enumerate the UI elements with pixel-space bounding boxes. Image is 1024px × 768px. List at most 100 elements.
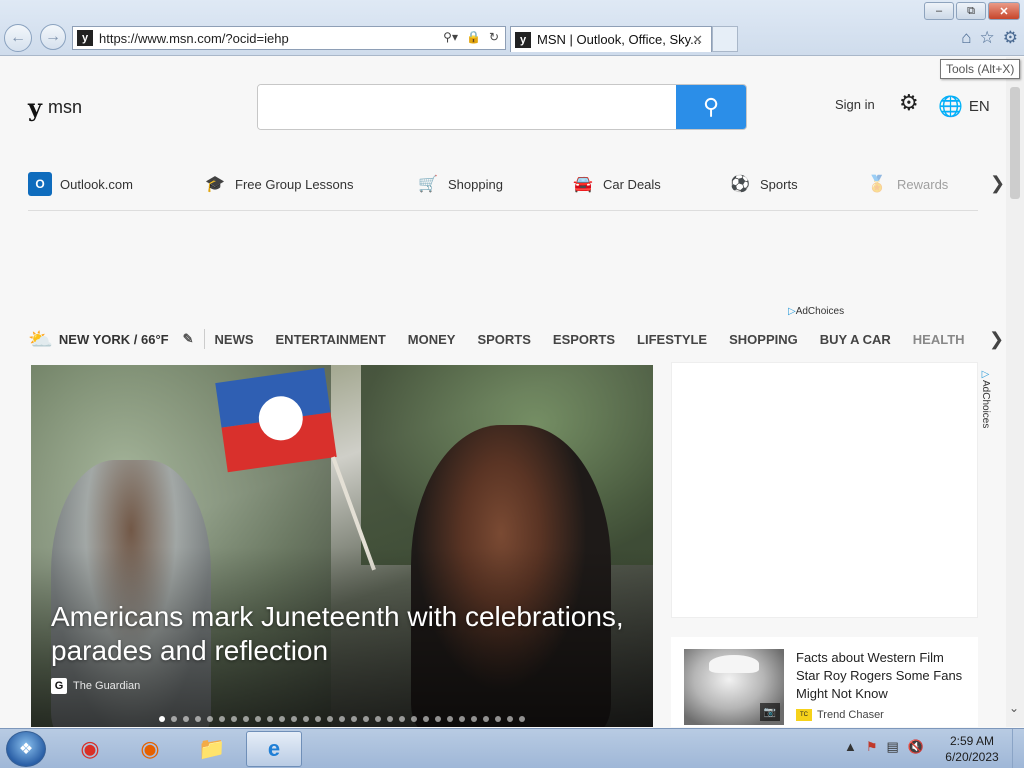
start-button[interactable]: ❖ bbox=[6, 731, 46, 767]
weather-widget[interactable]: ⛅ NEW YORK / 66°F ✎ bbox=[28, 327, 194, 352]
quicklink-rewards[interactable]: 🏅 Rewards bbox=[865, 172, 948, 196]
forward-button[interactable]: → bbox=[40, 24, 66, 50]
network-icon[interactable]: ▤ bbox=[887, 739, 899, 755]
nav-buy-a-car[interactable]: BUY A CAR bbox=[820, 332, 891, 347]
minimize-button[interactable]: – bbox=[924, 2, 954, 20]
scroll-down-arrow-icon[interactable]: ⌄ bbox=[1009, 701, 1019, 715]
adchoices-vertical-link[interactable]: ▷AdChoices bbox=[980, 369, 991, 428]
navbar-next-chevron-icon[interactable]: ❯ bbox=[989, 329, 1004, 350]
carousel-dot[interactable] bbox=[351, 716, 357, 722]
nav-money[interactable]: MONEY bbox=[408, 332, 456, 347]
new-tab-button[interactable] bbox=[712, 26, 738, 52]
advertisement-box[interactable] bbox=[671, 362, 978, 618]
nav-health[interactable]: HEALTH bbox=[913, 332, 965, 347]
carousel-dot[interactable] bbox=[423, 716, 429, 722]
carousel-dot[interactable] bbox=[255, 716, 261, 722]
carousel-dot[interactable] bbox=[411, 716, 417, 722]
quicklink-shopping[interactable]: 🛒 Shopping bbox=[416, 172, 503, 196]
close-tab-icon[interactable]: ✕ bbox=[692, 32, 703, 48]
carousel-dot[interactable] bbox=[459, 716, 465, 722]
carousel-dot[interactable] bbox=[303, 716, 309, 722]
quicklink-car-deals[interactable]: 🚘 Car Deals bbox=[571, 172, 661, 196]
carousel-dot[interactable] bbox=[363, 716, 369, 722]
edit-pencil-icon[interactable]: ✎ bbox=[183, 331, 194, 347]
carousel-dot[interactable] bbox=[231, 716, 237, 722]
story-card[interactable]: 📷 Facts about Western Film Star Roy Roge… bbox=[671, 637, 978, 727]
carousel-dot[interactable] bbox=[171, 716, 177, 722]
adchoices-link[interactable]: ▷AdChoices bbox=[788, 306, 844, 317]
hero-story[interactable]: Americans mark Juneteenth with celebrati… bbox=[31, 365, 653, 727]
quicklink-sports[interactable]: ⚽ Sports bbox=[728, 172, 798, 196]
quicklinks-next-chevron-icon[interactable]: ❯ bbox=[990, 173, 1005, 194]
carousel-dot[interactable] bbox=[375, 716, 381, 722]
refresh-icon[interactable]: ↻ bbox=[489, 30, 499, 44]
vertical-scrollbar[interactable]: ⌄ bbox=[1006, 57, 1024, 727]
address-url[interactable]: https://www.msn.com/?ocid=iehp bbox=[99, 31, 289, 46]
guardian-logo-icon: G bbox=[51, 678, 67, 694]
carousel-dot[interactable] bbox=[243, 716, 249, 722]
taskbar-internet-explorer[interactable]: e bbox=[246, 731, 302, 767]
nav-shopping[interactable]: SHOPPING bbox=[729, 332, 798, 347]
action-center-flag-icon[interactable]: ⚑ bbox=[866, 739, 878, 755]
search-button[interactable]: ⚲ bbox=[676, 85, 746, 129]
carousel-dot[interactable] bbox=[159, 716, 165, 722]
quicklink-label: Free Group Lessons bbox=[235, 176, 354, 192]
language-selector[interactable]: 🌐 EN bbox=[938, 94, 990, 119]
carousel-dot[interactable] bbox=[219, 716, 225, 722]
volume-muted-icon[interactable]: 🔇 bbox=[908, 739, 924, 755]
taskbar-chrome[interactable]: ◉ bbox=[62, 731, 118, 767]
msn-logo[interactable]: y msn bbox=[28, 93, 82, 122]
quicklink-outlook[interactable]: O Outlook.com bbox=[28, 172, 133, 196]
lock-icon[interactable]: 🔒 bbox=[466, 30, 481, 44]
quicklink-free-group-lessons[interactable]: 🎓 Free Group Lessons bbox=[203, 172, 354, 196]
close-window-button[interactable]: ✕ bbox=[988, 2, 1020, 20]
settings-gear-icon[interactable]: ⚙ bbox=[899, 90, 919, 116]
carousel-dot[interactable] bbox=[279, 716, 285, 722]
carousel-dot[interactable] bbox=[399, 716, 405, 722]
sign-in-link[interactable]: Sign in bbox=[835, 97, 875, 112]
carousel-dot[interactable] bbox=[471, 716, 477, 722]
carousel-dot[interactable] bbox=[507, 716, 513, 722]
nav-esports[interactable]: ESPORTS bbox=[553, 332, 615, 347]
carousel-dot[interactable] bbox=[207, 716, 213, 722]
carousel-dot[interactable] bbox=[195, 716, 201, 722]
carousel-dot[interactable] bbox=[447, 716, 453, 722]
carousel-dot[interactable] bbox=[339, 716, 345, 722]
carousel-dot[interactable] bbox=[267, 716, 273, 722]
scrollbar-thumb[interactable] bbox=[1010, 87, 1020, 199]
carousel-dot[interactable] bbox=[183, 716, 189, 722]
carousel-dot[interactable] bbox=[483, 716, 489, 722]
nav-sports[interactable]: SPORTS bbox=[477, 332, 530, 347]
system-clock[interactable]: 2:59 AM 6/20/2023 bbox=[940, 733, 1004, 765]
home-icon[interactable]: ⌂ bbox=[961, 28, 971, 48]
nav-lifestyle[interactable]: LIFESTYLE bbox=[637, 332, 707, 347]
carousel-dot[interactable] bbox=[315, 716, 321, 722]
nav-entertainment[interactable]: ENTERTAINMENT bbox=[276, 332, 386, 347]
taskbar-file-explorer[interactable]: 📁 bbox=[184, 731, 240, 767]
carousel-dot[interactable] bbox=[387, 716, 393, 722]
taskbar: ❖ ◉ ◉ 📁 e ▲ ⚑ ▤ 🔇 2:59 AM 6/20/2023 bbox=[0, 728, 1024, 768]
firefox-icon: ◉ bbox=[140, 736, 160, 761]
restore-button[interactable]: ⧉ bbox=[956, 2, 986, 20]
nav-news[interactable]: NEWS bbox=[215, 332, 254, 347]
carousel-dot[interactable] bbox=[519, 716, 525, 722]
favorites-star-icon[interactable]: ☆ bbox=[980, 28, 995, 48]
hero-headline[interactable]: Americans mark Juneteenth with celebrati… bbox=[51, 600, 641, 668]
show-hidden-icons-icon[interactable]: ▲ bbox=[844, 739, 857, 755]
carousel-dot[interactable] bbox=[327, 716, 333, 722]
search-dropdown-icon[interactable]: ⚲▾ bbox=[443, 30, 458, 44]
back-button[interactable]: ← bbox=[4, 24, 32, 52]
globe-icon: 🌐 bbox=[938, 96, 963, 118]
show-desktop-button[interactable] bbox=[1012, 729, 1024, 768]
carousel-dot[interactable] bbox=[291, 716, 297, 722]
search-input[interactable] bbox=[258, 85, 676, 129]
weather-text: NEW YORK / 66°F bbox=[58, 331, 169, 347]
taskbar-firefox[interactable]: ◉ bbox=[122, 731, 178, 767]
carousel-dot[interactable] bbox=[495, 716, 501, 722]
tools-gear-icon[interactable]: ⚙ bbox=[1003, 28, 1018, 48]
carousel-dots bbox=[159, 716, 525, 722]
story-card-title[interactable]: Facts about Western Film Star Roy Rogers… bbox=[796, 649, 971, 703]
address-bar[interactable]: y https://www.msn.com/?ocid=iehp ⚲▾ 🔒 ↻ bbox=[72, 26, 506, 50]
carousel-dot[interactable] bbox=[435, 716, 441, 722]
browser-tab[interactable]: y MSN | Outlook, Office, Sky... ✕ bbox=[510, 26, 712, 52]
